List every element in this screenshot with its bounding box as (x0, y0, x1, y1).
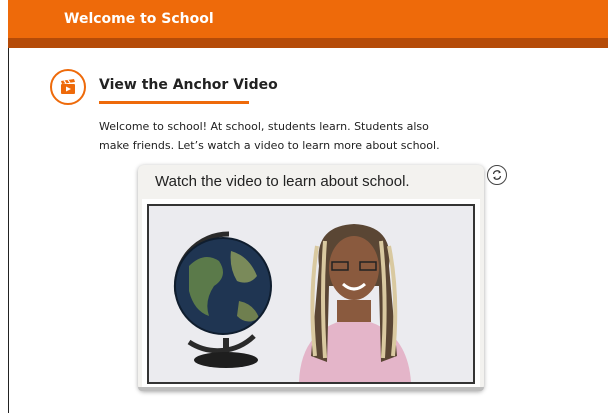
section-title: View the Anchor Video (99, 77, 278, 93)
banner-underbar (8, 38, 608, 48)
video-frame-image (149, 206, 473, 382)
page-title: Welcome to School (64, 11, 214, 27)
intro-text: Welcome to school! At school, students l… (99, 120, 440, 152)
video-card-bottom-edge (138, 387, 484, 391)
video-card: Watch the video to learn about school. (138, 165, 484, 391)
refresh-icon[interactable] (487, 165, 507, 185)
anchor-video-player[interactable] (147, 204, 475, 384)
video-clapper-icon (50, 69, 86, 105)
content-left-border (8, 48, 9, 413)
top-banner: Welcome to School (8, 0, 608, 38)
video-card-title: Watch the video to learn about school. (155, 173, 410, 190)
section-title-underline (99, 101, 249, 104)
